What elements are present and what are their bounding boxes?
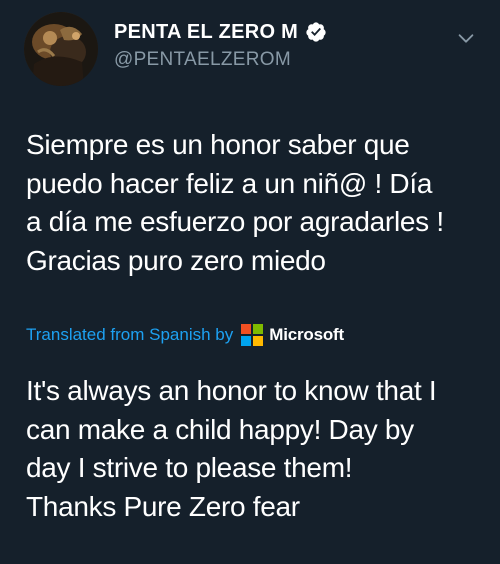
author-name-row[interactable]: PENTA EL ZERO M [114, 19, 327, 45]
more-options-button[interactable] [454, 26, 478, 50]
avatar-image [24, 12, 98, 86]
translation-attribution[interactable]: Translated from Spanish by Microsoft [26, 322, 344, 348]
tweet-text: Siempre es un honor saber que puedo hace… [26, 129, 444, 276]
translated-from-label[interactable]: Translated from Spanish by [26, 325, 233, 345]
translated-tweet-text: It's always an honor to know that I can … [26, 375, 437, 522]
tweet-card: PENTA EL ZERO M @PENTAELZEROM Siempre es… [0, 0, 500, 564]
translation-provider-name: Microsoft [269, 325, 344, 344]
author-display-name[interactable]: PENTA EL ZERO M [114, 21, 298, 44]
microsoft-logo-icon [241, 324, 264, 346]
author-handle[interactable]: @PENTAELZEROM [114, 49, 291, 71]
chevron-down-icon [458, 34, 474, 43]
verified-badge-icon [305, 21, 327, 43]
avatar[interactable] [24, 12, 98, 86]
